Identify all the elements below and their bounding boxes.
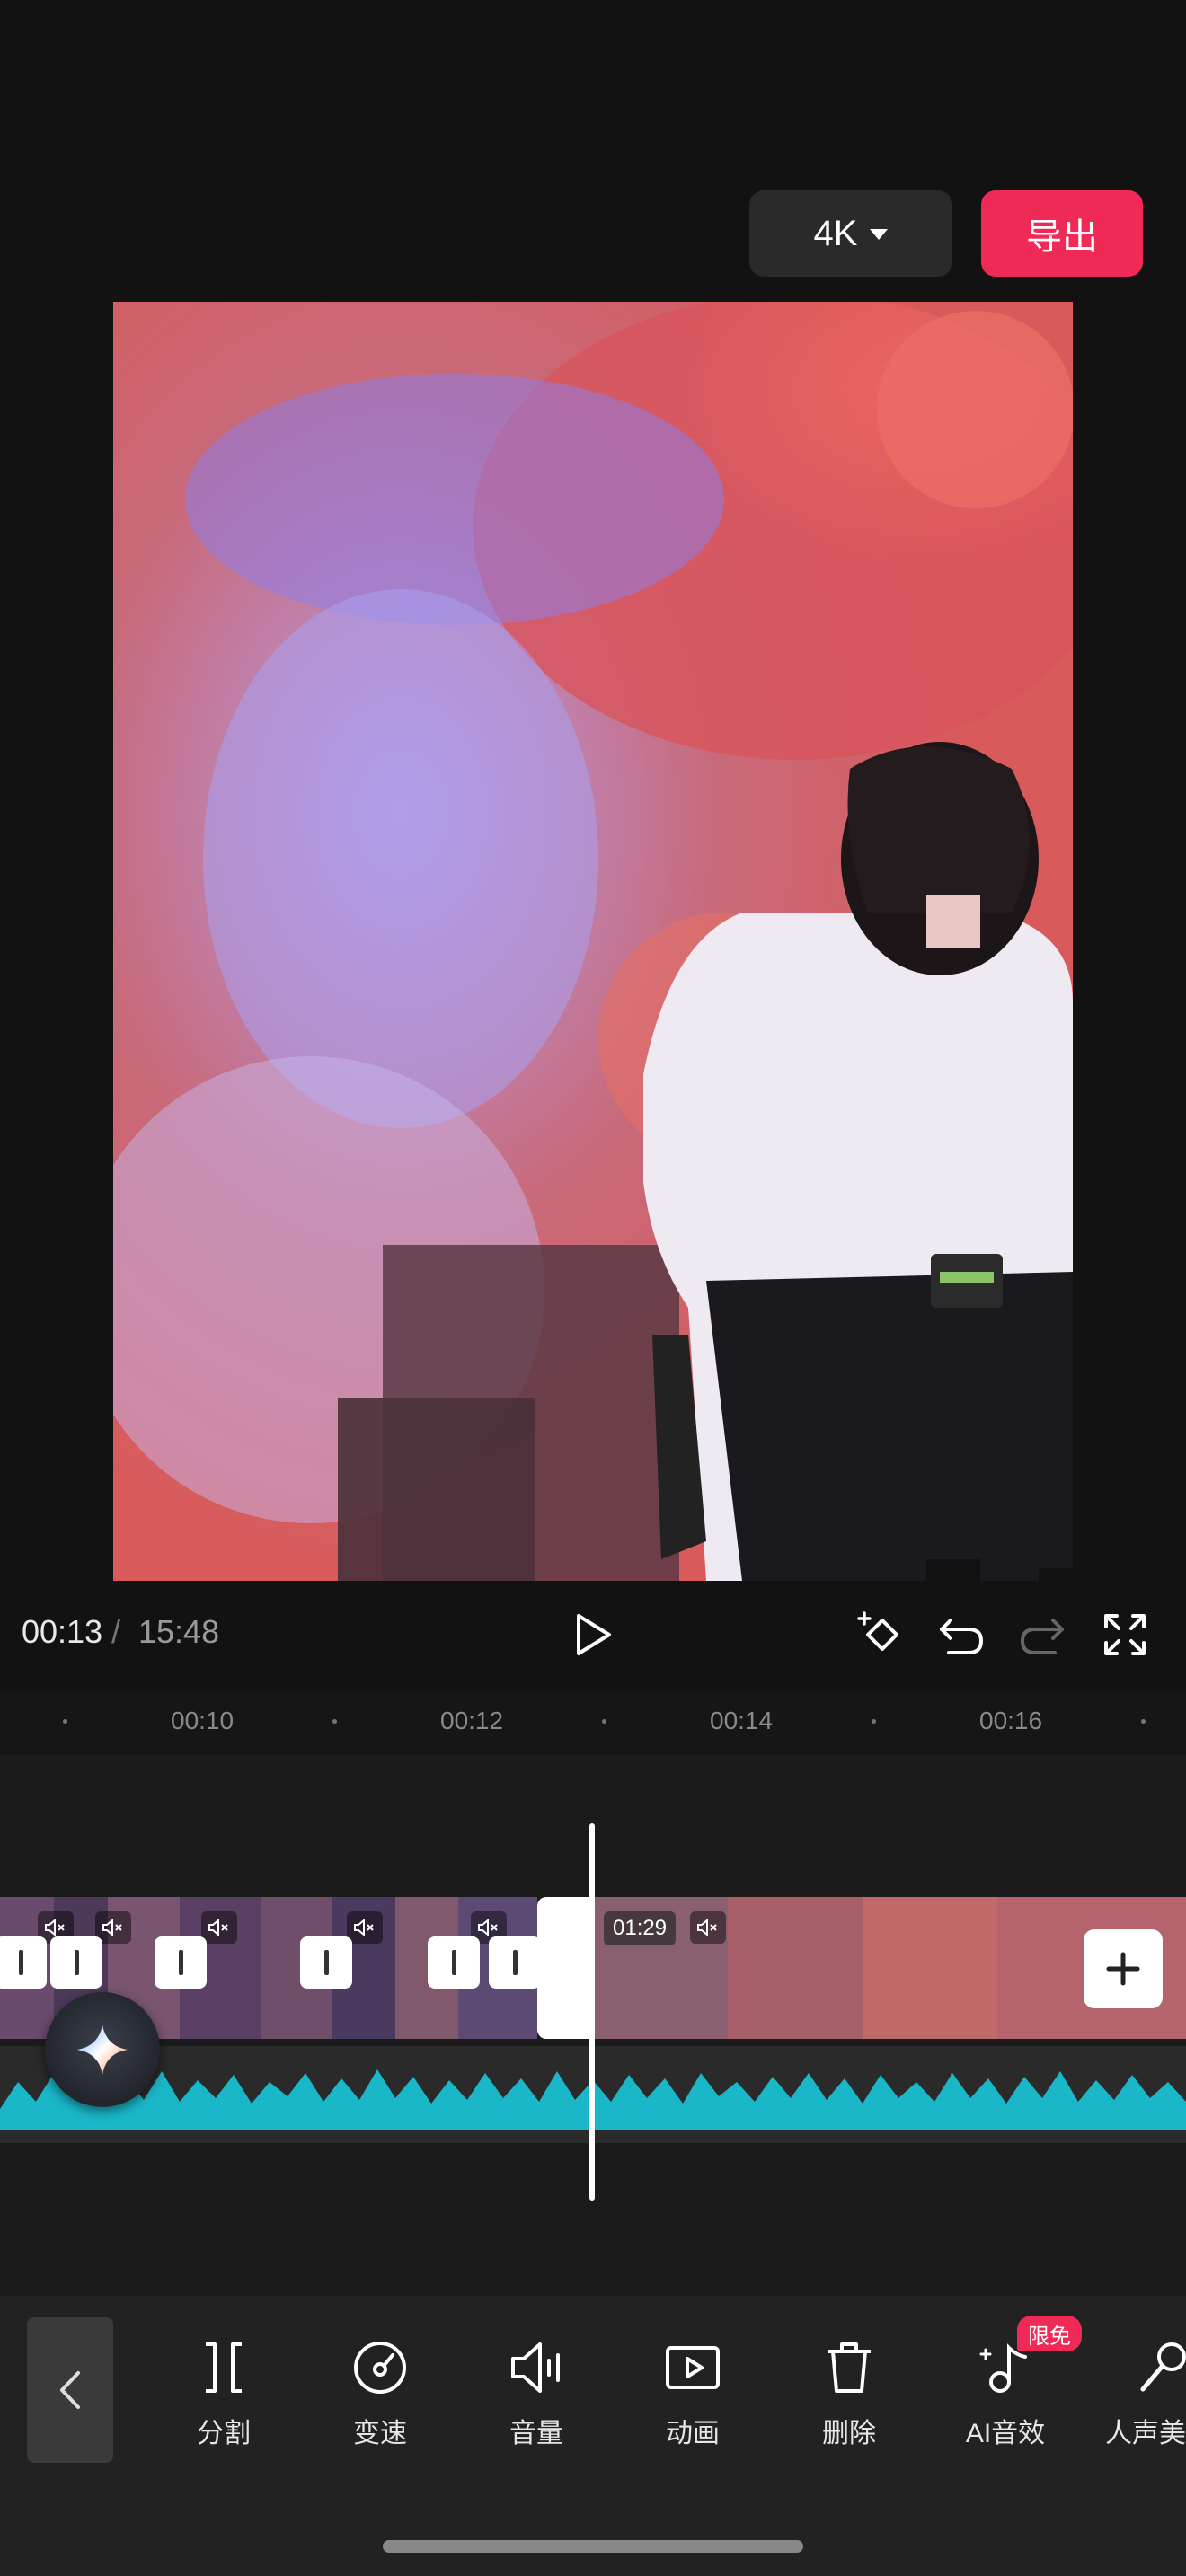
tool-voice-beauty[interactable]: 人声美 [1094, 2335, 1186, 2461]
fullscreen-button[interactable] [1098, 1610, 1152, 1660]
ai-assistant-button[interactable] [45, 1992, 160, 2107]
tool-split[interactable]: 分割 [156, 2335, 291, 2461]
tool-label: AI音效 [965, 2419, 1046, 2448]
export-button[interactable]: 导出 [981, 190, 1143, 277]
undo-button[interactable] [934, 1610, 988, 1660]
tool-ai-sound[interactable]: AI音效 [938, 2335, 1073, 2461]
transition-handle[interactable] [300, 1936, 352, 1989]
transition-handle[interactable] [50, 1936, 102, 1989]
tool-speed[interactable]: 变速 [313, 2335, 447, 2461]
trash-icon [828, 2342, 871, 2393]
ruler-dot [872, 1719, 876, 1724]
ruler-tick: 00:14 [710, 1707, 774, 1734]
speed-icon [354, 2342, 406, 2394]
tool-volume[interactable]: 音量 [469, 2335, 604, 2461]
export-label: 导出 [1026, 217, 1098, 257]
tool-label: 动画 [666, 2419, 720, 2448]
muted-icon [690, 1911, 726, 1944]
ruler-dot [1141, 1719, 1146, 1724]
ruler-tick: 00:10 [171, 1707, 235, 1734]
tool-label: 分割 [197, 2419, 251, 2448]
preview-frame-image [113, 302, 1073, 1581]
transition-handle[interactable] [428, 1936, 480, 1989]
clip-duration-badge: 01:29 [604, 1911, 677, 1945]
clip-thumbnail [863, 1897, 997, 2039]
animation-icon [666, 2346, 720, 2389]
playhead[interactable] [589, 1823, 595, 2201]
redo-button[interactable] [1015, 1610, 1069, 1660]
plus-icon [1106, 1952, 1140, 1986]
chevron-left-icon [60, 2371, 80, 2409]
sparkle-icon [77, 2025, 128, 2075]
ruler-dot [332, 1719, 337, 1724]
muted-icon [347, 1911, 383, 1944]
tool-label: 变速 [353, 2419, 407, 2448]
tool-label: 删除 [822, 2419, 876, 2448]
resolution-label: 4K [813, 213, 858, 253]
tool-animation[interactable]: 动画 [625, 2335, 760, 2461]
fullscreen-icon [1104, 1614, 1146, 1655]
volume-icon [511, 2342, 560, 2393]
caret-down-icon [870, 229, 889, 240]
ruler-tick: 00:16 [979, 1707, 1043, 1734]
tool-delete[interactable]: 删除 [782, 2335, 916, 2461]
time-separator: / [111, 1613, 121, 1650]
keyframe-button[interactable] [854, 1610, 911, 1660]
clip-trim-handle[interactable] [537, 1897, 593, 2039]
tool-label: 人声美 [1105, 2419, 1186, 2448]
transition-handle[interactable] [489, 1936, 541, 1989]
current-time: 00:13 [22, 1613, 103, 1650]
add-clip-button[interactable] [1084, 1929, 1163, 2008]
redo-icon [1020, 1619, 1064, 1654]
play-icon [577, 1614, 611, 1655]
muted-icon [201, 1911, 237, 1944]
ruler-dot [63, 1719, 67, 1724]
undo-icon [940, 1619, 984, 1654]
free-limited-badge: 限免 [1017, 2316, 1082, 2351]
resolution-dropdown[interactable]: 4K [749, 190, 952, 277]
play-button[interactable] [566, 1606, 620, 1663]
transition-handle[interactable] [155, 1936, 207, 1989]
transition-handle[interactable] [0, 1936, 47, 1989]
back-button[interactable] [27, 2317, 113, 2463]
clip-thumbnail [728, 1897, 863, 2039]
video-preview[interactable] [113, 302, 1073, 1581]
ruler-tick: 00:12 [440, 1707, 504, 1734]
keyframe-icon [857, 1611, 898, 1651]
tool-label: 音量 [509, 2419, 563, 2448]
split-icon [206, 2342, 242, 2393]
ruler-dot [602, 1719, 606, 1724]
total-time: 15:48 [138, 1613, 220, 1650]
microphone-icon [1140, 2342, 1186, 2392]
home-indicator [383, 2540, 803, 2553]
